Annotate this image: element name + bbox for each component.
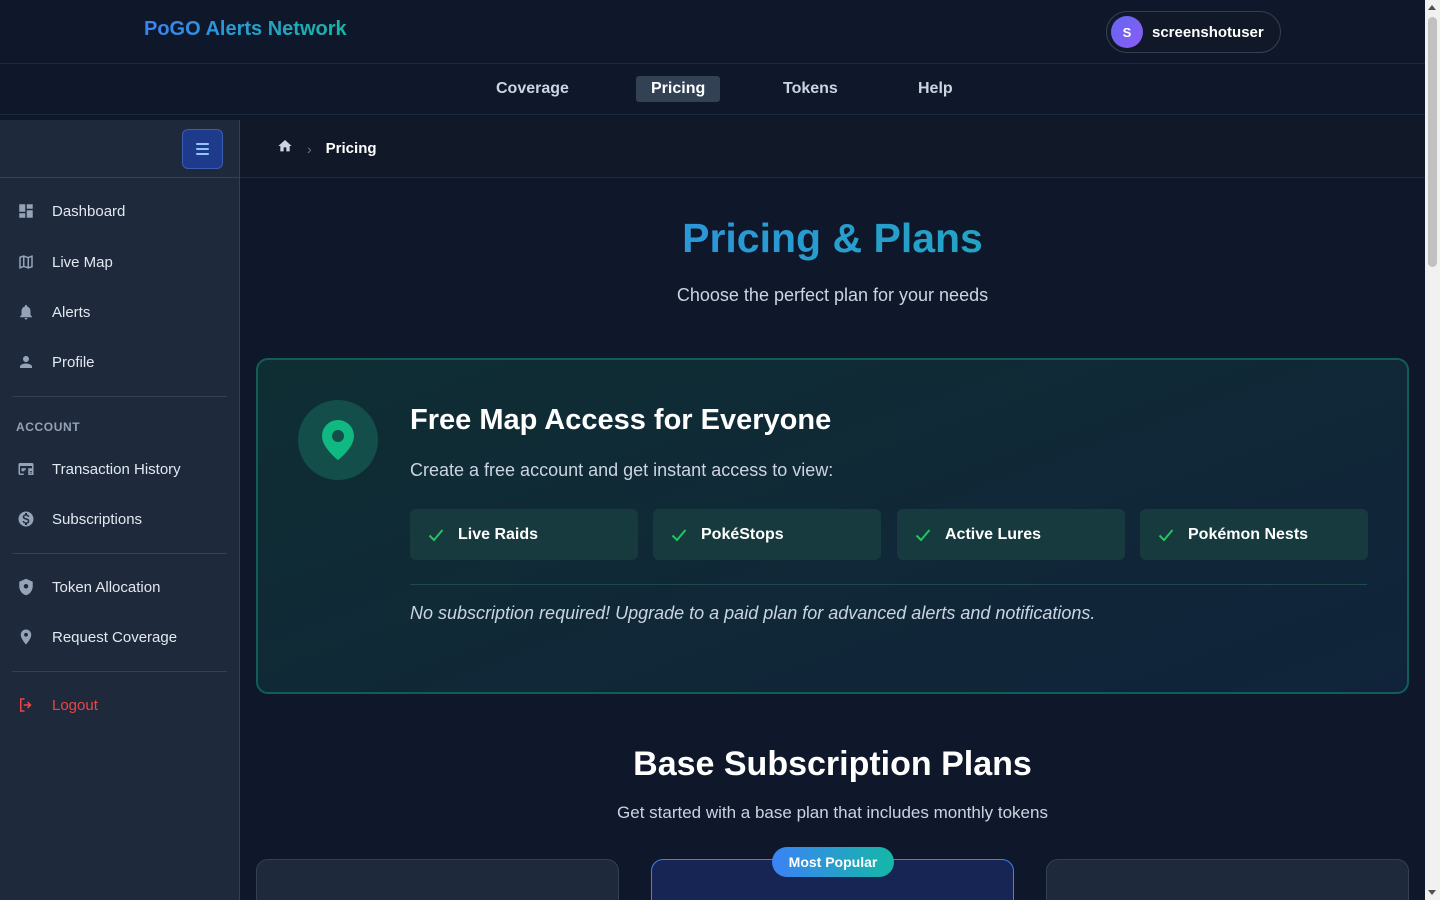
tab-pricing[interactable]: Pricing — [636, 76, 721, 102]
username-label: screenshotuser — [1152, 23, 1264, 41]
sidebar-item-request-coverage[interactable]: Request Coverage — [0, 617, 239, 657]
feature-label: Active Lures — [945, 525, 1042, 543]
breadcrumb-current: Pricing — [325, 140, 377, 157]
sidebar-item-label: Live Map — [52, 253, 113, 271]
free-access-card: Free Map Access for Everyone Create a fr… — [256, 358, 1409, 694]
logout-label: Logout — [52, 696, 98, 714]
sidebar-divider — [12, 396, 227, 397]
feature-label: PokéStops — [701, 525, 784, 543]
bell-icon — [17, 303, 35, 321]
chevron-right-icon: › — [307, 140, 312, 157]
feature-item: Active Lures — [897, 509, 1125, 560]
sidebar-item-transaction-history[interactable]: Transaction History — [0, 449, 239, 489]
check-icon — [915, 528, 931, 541]
sidebar-item-label: Alerts — [52, 303, 91, 321]
sidebar-item-label: Subscriptions — [52, 510, 143, 528]
sidebar-item-label: Request Coverage — [52, 628, 178, 646]
avatar: S — [1111, 16, 1143, 48]
tab-coverage[interactable]: Coverage — [481, 76, 584, 102]
plans-section-subtitle: Get started with a base plan that includ… — [617, 803, 1048, 822]
sidebar-item-subscriptions[interactable]: Subscriptions — [0, 499, 239, 539]
sidebar-item-label: Token Allocation — [52, 578, 161, 596]
sidebar-item-token-allocation[interactable]: Token Allocation — [0, 567, 239, 607]
feature-item: PokéStops — [653, 509, 881, 560]
sidebar-section-account: ACCOUNT — [16, 420, 81, 434]
scroll-thumb[interactable] — [1428, 17, 1437, 267]
top-header: PoGO Alerts Network S screenshotuser — [0, 0, 1425, 64]
menu-toggle-button[interactable] — [182, 129, 223, 169]
check-icon — [671, 528, 687, 541]
sidebar: Dashboard Live Map Alerts Profile ACCOUN… — [0, 120, 240, 900]
pin-icon — [17, 628, 35, 646]
sidebar-item-live-map[interactable]: Live Map — [0, 242, 239, 282]
tab-help[interactable]: Help — [903, 76, 968, 102]
plan-card — [256, 859, 619, 900]
sidebar-header — [0, 120, 239, 178]
map-pin-icon — [298, 400, 378, 480]
page-scrollbar[interactable] — [1425, 0, 1440, 900]
page-subtitle: Choose the perfect plan for your needs — [676, 285, 989, 305]
check-icon — [428, 528, 444, 541]
sidebar-item-label: Profile — [52, 353, 95, 371]
feature-item: Live Raids — [410, 509, 638, 560]
plan-card — [1046, 859, 1409, 900]
sidebar-item-label: Transaction History — [52, 460, 181, 478]
sidebar-item-alerts[interactable]: Alerts — [0, 292, 239, 332]
shield-icon — [17, 578, 35, 596]
dollar-icon — [17, 510, 35, 528]
main-nav: Coverage Pricing Tokens Help — [0, 64, 1425, 115]
divider — [410, 584, 1367, 585]
feature-item: Pokémon Nests — [1140, 509, 1368, 560]
feature-label: Live Raids — [458, 525, 539, 543]
sidebar-divider — [12, 671, 227, 672]
most-popular-badge: Most Popular — [772, 847, 894, 877]
plans-section-title: Base Subscription Plans — [633, 745, 1032, 783]
home-icon[interactable] — [277, 138, 293, 159]
scroll-down-icon[interactable] — [1428, 890, 1436, 895]
receipt-icon — [17, 460, 35, 478]
feature-label: Pokémon Nests — [1188, 525, 1309, 543]
user-menu-button[interactable]: S screenshotuser — [1106, 11, 1281, 53]
check-icon — [1158, 528, 1174, 541]
free-access-title: Free Map Access for Everyone — [410, 404, 832, 436]
page-title: Pricing & Plans — [240, 215, 1425, 262]
free-access-description: Create a free account and get instant ac… — [410, 460, 834, 480]
free-access-note: No subscription required! Upgrade to a p… — [410, 603, 1096, 623]
logout-button[interactable]: Logout — [0, 685, 239, 725]
breadcrumb: › Pricing — [240, 120, 1425, 178]
logout-icon — [17, 696, 35, 714]
brand-logo-text[interactable]: PoGO Alerts Network — [144, 18, 347, 41]
sidebar-item-dashboard[interactable]: Dashboard — [0, 191, 239, 231]
user-icon — [17, 353, 35, 371]
scroll-up-icon[interactable] — [1428, 5, 1436, 10]
sidebar-item-label: Dashboard — [52, 202, 126, 220]
dashboard-icon — [17, 202, 35, 220]
tab-tokens[interactable]: Tokens — [768, 76, 853, 102]
map-icon — [17, 253, 35, 271]
sidebar-item-profile[interactable]: Profile — [0, 342, 239, 382]
sidebar-divider — [12, 553, 227, 554]
